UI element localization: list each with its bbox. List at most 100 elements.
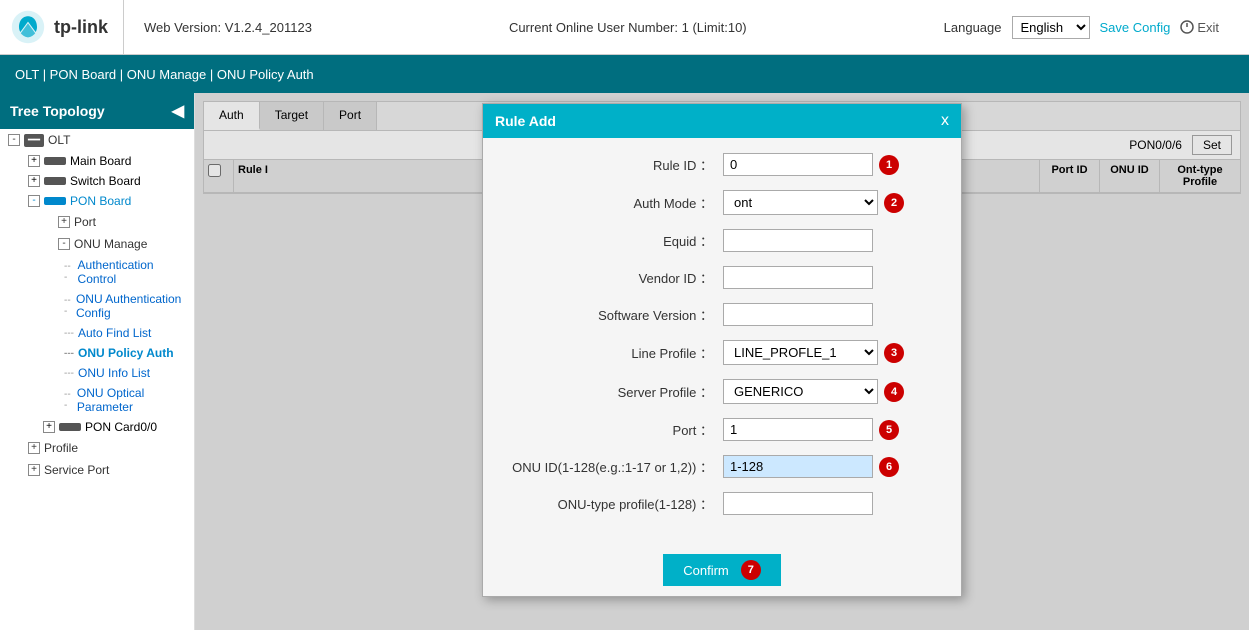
profile-label: Profile: [44, 441, 78, 455]
tp-link-logo: [10, 9, 46, 45]
logo-area: tp-link: [10, 0, 124, 54]
olt-expand-icon[interactable]: -: [8, 134, 20, 146]
sidebar-item-ponboard[interactable]: - PON Board: [20, 191, 194, 211]
rule-id-row: Rule ID ： 1: [503, 153, 941, 176]
online-users: Current Online User Number: 1 (Limit:10): [509, 20, 747, 35]
tree-child-serviceport: + Service Port: [0, 459, 194, 481]
mainboard-label: Main Board: [70, 154, 131, 168]
language-select[interactable]: English Chinese: [1012, 16, 1090, 39]
header-right: Language English Chinese Save Config Exi…: [944, 16, 1219, 39]
port-expand-icon[interactable]: +: [58, 216, 70, 228]
save-config-link[interactable]: Save Config: [1100, 20, 1171, 35]
port-row: Port ： 5: [503, 418, 941, 441]
mainboard-device-icon: [44, 157, 66, 165]
ponboard-expand-icon[interactable]: -: [28, 195, 40, 207]
tree-child-poncard: + PON Card0/0: [20, 417, 194, 437]
software-version-input[interactable]: [723, 303, 873, 326]
rule-id-badge: 1: [879, 155, 899, 175]
sidebar-title: Tree Topology: [10, 103, 105, 119]
modal-overlay: Rule Add x Rule ID ： 1 Auth Mode ：: [195, 93, 1249, 630]
content-area: Auth Target Port PON0/0/6 Set Rule I le …: [195, 93, 1249, 630]
exit-button[interactable]: Exit: [1180, 20, 1219, 35]
profile-expand-icon[interactable]: +: [28, 442, 40, 454]
equid-label: Equid ：: [503, 231, 723, 250]
server-profile-label: Server Profile ：: [503, 382, 723, 401]
poncard-expand-icon[interactable]: +: [43, 421, 55, 433]
tree-root-olt: - ━━ OLT: [0, 129, 194, 151]
port-label: Port ：: [503, 420, 723, 439]
main-layout: Tree Topology ◀ - ━━ OLT + Main Board + …: [0, 93, 1249, 630]
sidebar-item-auto-find[interactable]: Auto Find List: [60, 323, 194, 343]
server-profile-select[interactable]: GENERICO: [723, 379, 878, 404]
port-label: Port: [74, 215, 96, 229]
sidebar: Tree Topology ◀ - ━━ OLT + Main Board + …: [0, 93, 195, 630]
sidebar-item-profile[interactable]: + Profile: [20, 437, 194, 459]
auth-mode-badge: 2: [884, 193, 904, 213]
onu-type-row: ONU-type profile(1-128) ：: [503, 492, 941, 515]
onu-type-label: ONU-type profile(1-128) ：: [503, 494, 723, 513]
software-version-label: Software Version ：: [503, 305, 723, 324]
ponboard-device-icon: [44, 197, 66, 205]
rule-add-modal: Rule Add x Rule ID ： 1 Auth Mode ：: [482, 103, 962, 597]
equid-row: Equid ：: [503, 229, 941, 252]
onu-id-label: ONU ID(1-128(e.g.:1-17 or 1,2)) ：: [503, 457, 723, 476]
sidebar-item-switchboard[interactable]: + Switch Board: [20, 171, 194, 191]
sidebar-toggle[interactable]: ◀: [172, 101, 184, 121]
olt-label: OLT: [48, 133, 70, 147]
auth-mode-row: Auth Mode ： ont sn password mac 2: [503, 190, 941, 215]
vendor-id-input[interactable]: [723, 266, 873, 289]
onu-manage-header[interactable]: - ONU Manage: [50, 233, 194, 255]
port-input[interactable]: [723, 418, 873, 441]
language-label: Language: [944, 20, 1002, 35]
confirm-badge: 7: [741, 560, 761, 580]
ponboard-label: PON Board: [70, 194, 131, 208]
power-icon: [1180, 20, 1194, 34]
serviceport-expand-icon[interactable]: +: [28, 464, 40, 476]
auth-mode-select[interactable]: ont sn password mac: [723, 190, 878, 215]
sidebar-item-poncard[interactable]: + PON Card0/0: [35, 417, 194, 437]
sidebar-item-onu-optical[interactable]: ONU Optical Parameter: [60, 383, 194, 417]
modal-title: Rule Add: [495, 113, 556, 129]
switchboard-label: Switch Board: [70, 174, 141, 188]
modal-header: Rule Add x: [483, 104, 961, 138]
server-profile-badge: 4: [884, 382, 904, 402]
serviceport-label: Service Port: [44, 463, 109, 477]
sidebar-item-onu-policy-auth[interactable]: ONU Policy Auth: [60, 343, 194, 363]
software-version-row: Software Version ：: [503, 303, 941, 326]
rule-id-input[interactable]: [723, 153, 873, 176]
breadcrumb: OLT | PON Board | ONU Manage | ONU Polic…: [0, 55, 1249, 93]
sidebar-item-auth-control[interactable]: Authentication Control: [60, 255, 194, 289]
equid-input[interactable]: [723, 229, 873, 252]
switchboard-expand-icon[interactable]: +: [28, 175, 40, 187]
onu-id-input[interactable]: [723, 455, 873, 478]
line-profile-row: Line Profile ： LINE_PROFLE_1 3: [503, 340, 941, 365]
sidebar-header: Tree Topology ◀: [0, 93, 194, 129]
sidebar-item-serviceport[interactable]: + Service Port: [20, 459, 194, 481]
poncard-label: PON Card0/0: [85, 420, 157, 434]
modal-footer: Confirm 7: [483, 544, 961, 596]
onu-manage-items: Authentication Control ONU Authenticatio…: [50, 255, 194, 417]
tree-child-profile: + Profile: [0, 437, 194, 459]
onu-type-input[interactable]: [723, 492, 873, 515]
confirm-label: Confirm: [683, 563, 729, 578]
modal-body: Rule ID ： 1 Auth Mode ： ont sn password …: [483, 138, 961, 544]
port-section-header[interactable]: + Port: [50, 211, 194, 233]
sidebar-item-onu-auth-config[interactable]: ONU Authentication Config: [60, 289, 194, 323]
modal-close-button[interactable]: x: [941, 112, 949, 130]
confirm-button[interactable]: Confirm 7: [663, 554, 781, 586]
port-section: + Port: [20, 211, 194, 233]
header: tp-link Web Version: V1.2.4_201123 Curre…: [0, 0, 1249, 55]
rule-id-label: Rule ID ：: [503, 155, 723, 174]
mainboard-expand-icon[interactable]: +: [28, 155, 40, 167]
onu-manage-expand-icon[interactable]: -: [58, 238, 70, 250]
sidebar-item-onu-info-list[interactable]: ONU Info List: [60, 363, 194, 383]
line-profile-badge: 3: [884, 343, 904, 363]
olt-device-icon: ━━: [24, 134, 44, 147]
sidebar-item-mainboard[interactable]: + Main Board: [20, 151, 194, 171]
auth-mode-label: Auth Mode ：: [503, 193, 723, 212]
switchboard-device-icon: [44, 177, 66, 185]
line-profile-select[interactable]: LINE_PROFLE_1: [723, 340, 878, 365]
server-profile-row: Server Profile ： GENERICO 4: [503, 379, 941, 404]
port-badge: 5: [879, 420, 899, 440]
web-version: Web Version: V1.2.4_201123: [144, 20, 312, 35]
